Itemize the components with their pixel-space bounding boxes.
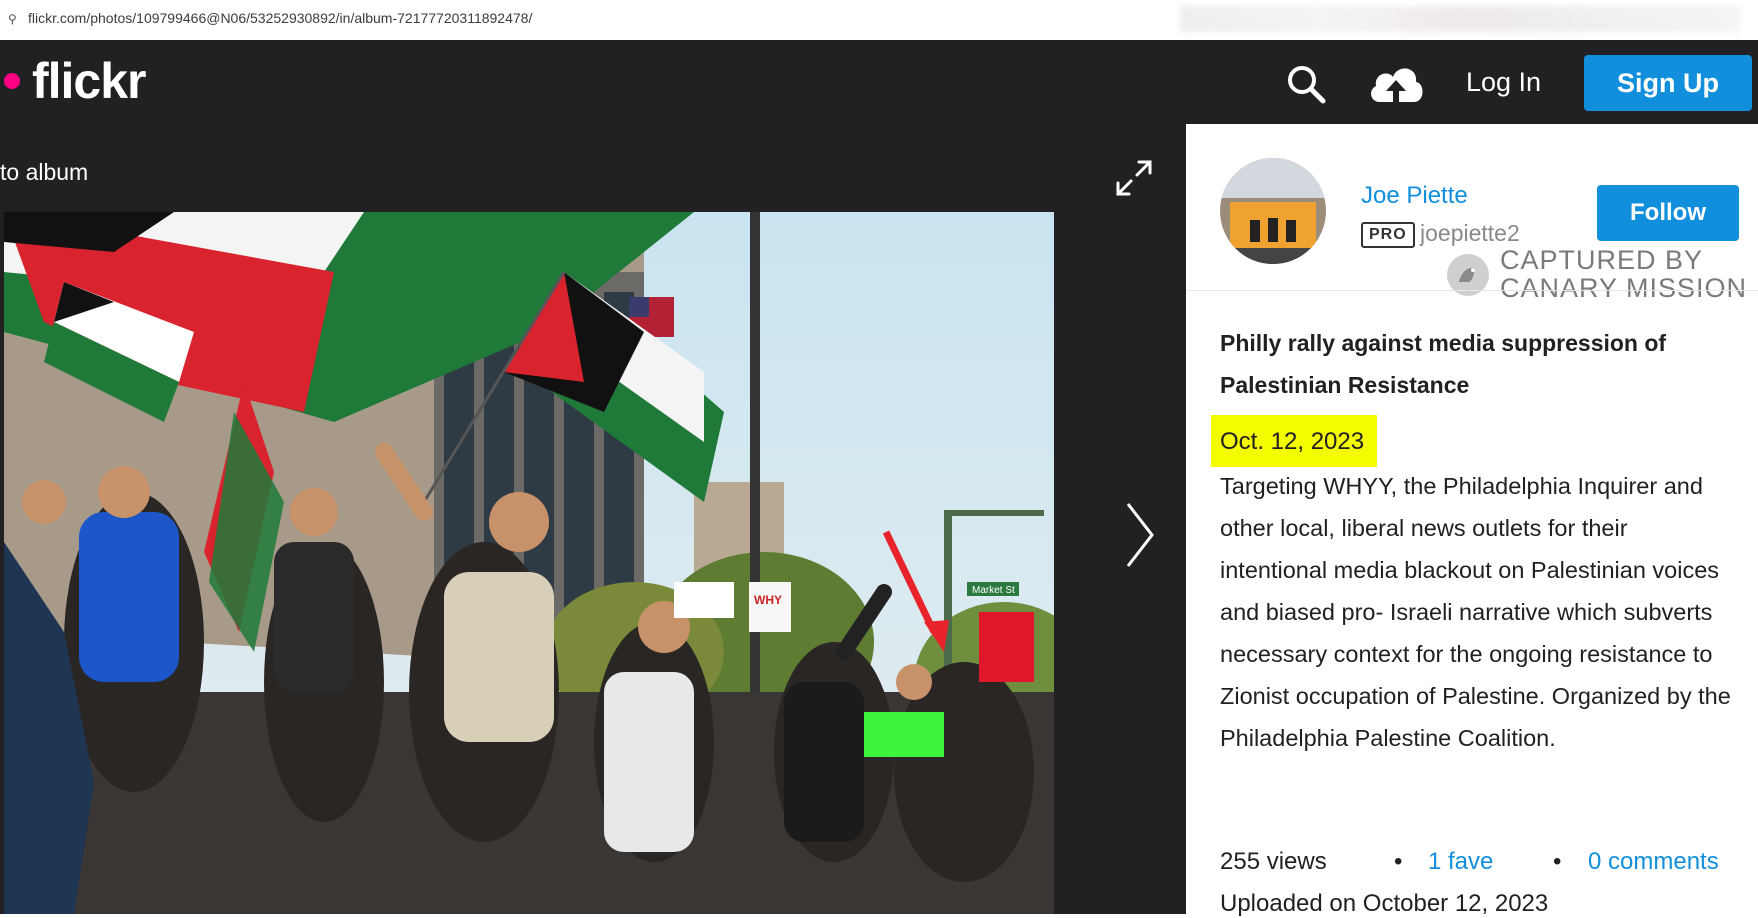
browser-toolbar-icons xyxy=(1180,6,1740,32)
pro-badge: PRO xyxy=(1361,222,1415,248)
watermark-text: CAPTURED BY CANARY MISSION xyxy=(1500,246,1747,302)
browser-url-bar[interactable]: ⚲ flickr.com/photos/109799466@N06/532529… xyxy=(0,0,1758,41)
author-avatar[interactable] xyxy=(1220,158,1326,264)
url-text[interactable]: flickr.com/photos/109799466@N06/53252930… xyxy=(28,10,532,26)
login-link[interactable]: Log In xyxy=(1466,67,1541,98)
sidebar-divider xyxy=(1186,290,1758,291)
expand-icon[interactable] xyxy=(1114,158,1154,198)
photo-title: Philly rally against media suppression o… xyxy=(1220,330,1667,398)
photo-date: Oct. 12, 2023 xyxy=(1220,428,1365,455)
protest-photo[interactable]: Market St WHY xyxy=(4,212,1054,914)
signup-button[interactable]: Sign Up xyxy=(1584,55,1752,111)
author-name-link[interactable]: Joe Piette xyxy=(1361,182,1468,210)
search-icon[interactable] xyxy=(1286,64,1326,104)
canary-mission-logo-icon xyxy=(1447,254,1489,296)
flickr-logo[interactable]: flickr xyxy=(32,52,147,110)
photo-street-sign: Market St xyxy=(972,585,1015,596)
faves-link[interactable]: 1 fave xyxy=(1428,848,1493,876)
watermark-line2: CANARY MISSION xyxy=(1500,273,1748,303)
stat-separator: • xyxy=(1553,848,1562,875)
author-username[interactable]: joepiette2 xyxy=(1420,220,1520,247)
photo-description: Targeting WHYY, the Philadelphia Inquire… xyxy=(1220,473,1731,751)
stat-separator: • xyxy=(1394,848,1403,875)
chevron-right-icon[interactable] xyxy=(1122,500,1158,570)
comments-link[interactable]: 0 comments xyxy=(1588,848,1719,876)
flickr-logo-dot xyxy=(4,73,20,89)
views-count: 255 views xyxy=(1220,848,1327,875)
photo-sign-why: WHY xyxy=(754,593,782,607)
site-settings-icon[interactable]: ⚲ xyxy=(8,12,22,26)
watermark-line1: CAPTURED BY xyxy=(1500,245,1704,275)
back-to-album-link[interactable]: to album xyxy=(0,159,88,186)
upload-cloud-icon[interactable] xyxy=(1366,60,1426,108)
follow-button[interactable]: Follow xyxy=(1597,185,1739,241)
